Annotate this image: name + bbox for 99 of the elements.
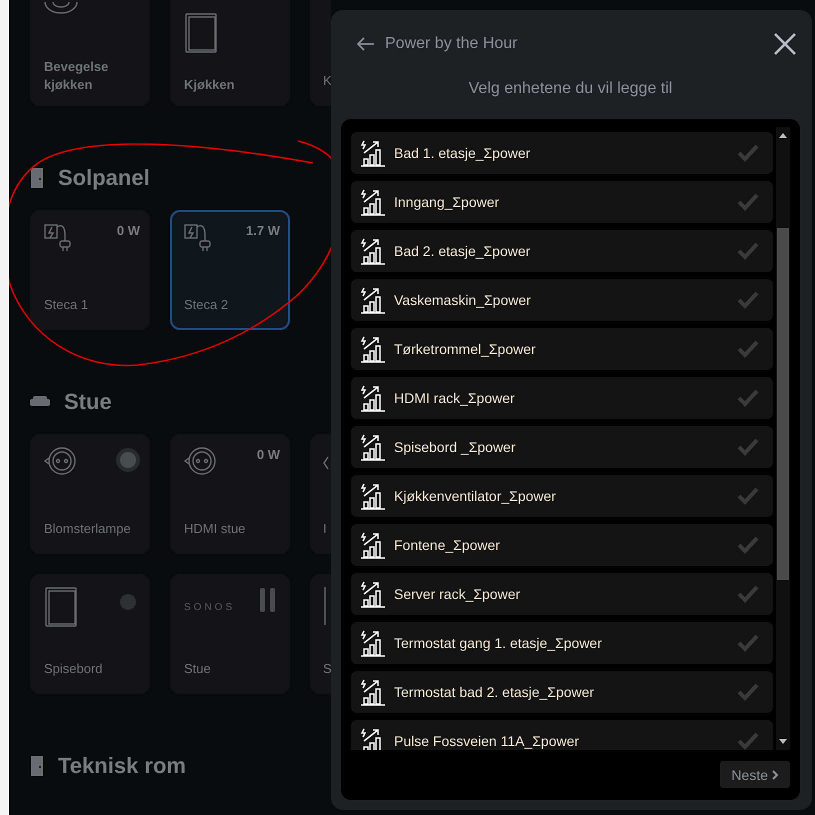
device-list-item[interactable]: Spisebord _Σpower — [351, 426, 773, 468]
power-chart-icon — [360, 139, 386, 167]
device-label: Server rack_Σpower — [394, 586, 522, 602]
device-name: Blomsterlampe — [44, 520, 132, 538]
door-icon — [30, 168, 44, 188]
device-list-item[interactable]: Termostat bad 2. etasje_Σpower — [351, 671, 773, 713]
device-name: Steca 1 — [44, 296, 90, 314]
device-list-item[interactable]: HDMI rack_Σpower — [351, 377, 773, 419]
device-label: Bad 2. etasje_Σpower — [394, 243, 532, 259]
dialog-title: Power by the Hour — [385, 35, 519, 53]
device-name: Stue — [184, 660, 212, 678]
check-icon[interactable] — [737, 340, 759, 358]
close-icon[interactable] — [774, 33, 796, 55]
check-icon[interactable] — [737, 732, 759, 750]
next-button[interactable]: Neste — [720, 761, 790, 788]
section-title: Solpanel — [58, 165, 150, 191]
power-chart-icon — [360, 678, 386, 706]
device-card[interactable]: I — [310, 434, 331, 554]
door-icon — [30, 756, 44, 776]
inverter-plug-icon — [44, 222, 72, 254]
power-chart-icon — [360, 335, 386, 363]
device-list-item[interactable]: Fontene_Σpower — [351, 524, 773, 566]
check-icon[interactable] — [737, 683, 759, 701]
device-card[interactable]: 0 W Steca 1 — [30, 210, 150, 330]
device-list-item[interactable]: Bad 2. etasje_Σpower — [351, 230, 773, 272]
power-chart-icon — [360, 629, 386, 657]
status-dot-icon — [120, 594, 136, 610]
device-card[interactable]: S — [310, 574, 331, 694]
power-chart-icon — [360, 237, 386, 265]
device-name: K — [323, 72, 331, 90]
device-list-item[interactable]: Bad 1. etasje_Σpower — [351, 132, 773, 174]
device-label: Spisebord _Σpower — [394, 439, 517, 455]
power-chart-icon — [360, 580, 386, 608]
device-card[interactable]: Blomsterlampe — [30, 434, 150, 554]
section-title: Stue — [64, 389, 112, 415]
dialog-subtitle: Velg enhetene du vil legge til — [468, 79, 674, 99]
device-card[interactable]: SONOS Stue — [170, 574, 290, 694]
back-arrow-icon[interactable] — [357, 37, 375, 51]
check-icon[interactable] — [737, 291, 759, 309]
device-name: HDMI stue — [184, 520, 246, 538]
device-name: S — [323, 660, 331, 678]
device-label: Termostat bad 2. etasje_Σpower — [394, 684, 596, 700]
check-icon[interactable] — [737, 585, 759, 603]
device-name: I — [323, 520, 328, 538]
power-chart-icon — [360, 531, 386, 559]
power-chart-icon — [360, 482, 386, 510]
device-label: Inngang_Σpower — [394, 194, 500, 210]
section-title: Teknisk rom — [58, 753, 186, 779]
device-label: Pulse Fossveien 11A_Σpower — [394, 733, 580, 749]
power-value: 0 W — [116, 223, 140, 238]
power-value: 1.7 W — [246, 223, 280, 238]
sofa-icon — [30, 396, 50, 408]
pause-icon[interactable] — [260, 588, 276, 612]
device-card[interactable]: Bevegelse kjøkken — [30, 0, 150, 106]
device-list-item[interactable]: Vaskemaskin_Σpower — [351, 279, 773, 321]
check-icon[interactable] — [737, 144, 759, 162]
device-list-item[interactable]: Kjøkkenventilator_Σpower — [351, 475, 773, 517]
scroll-up-icon[interactable] — [779, 133, 787, 138]
power-chart-icon — [360, 286, 386, 314]
device-list-item[interactable]: Server rack_Σpower — [351, 573, 773, 615]
device-list-item[interactable]: Tørketrommel_Σpower — [351, 328, 773, 370]
toggle-icon[interactable] — [116, 448, 140, 472]
check-icon[interactable] — [737, 536, 759, 554]
check-icon[interactable] — [737, 193, 759, 211]
device-label: Vaskemaskin_Σpower — [394, 292, 532, 308]
check-icon[interactable] — [737, 634, 759, 652]
device-label: Fontene_Σpower — [394, 537, 501, 553]
device-name: Steca 2 — [184, 296, 230, 314]
check-icon[interactable] — [737, 242, 759, 260]
device-name: Kjøkken — [184, 76, 236, 94]
device-label: HDMI rack_Σpower — [394, 390, 516, 406]
chevron-icon — [772, 770, 779, 780]
device-card[interactable]: Kjøkken — [170, 0, 290, 106]
device-name: Bevegelse kjøkken — [44, 58, 110, 94]
power-value: 0 W — [256, 447, 280, 462]
device-list-item[interactable]: Termostat gang 1. etasje_Σpower — [351, 622, 773, 664]
device-card[interactable]: 1.7 W Steca 2 — [170, 210, 290, 330]
inverter-plug-icon — [184, 222, 212, 254]
device-label: Termostat gang 1. etasje_Σpower — [394, 635, 603, 651]
check-icon[interactable] — [737, 389, 759, 407]
scrollbar-thumb[interactable] — [777, 228, 789, 580]
device-label: Tørketrommel_Σpower — [394, 341, 537, 357]
device-label: Bad 1. etasje_Σpower — [394, 145, 532, 161]
power-chart-icon — [360, 433, 386, 461]
brand-logo: SONOS — [184, 602, 236, 613]
device-card[interactable]: K — [310, 0, 331, 106]
device-card[interactable]: Spisebord — [30, 574, 150, 694]
device-list-item[interactable]: Inngang_Σpower — [351, 181, 773, 223]
device-name: Spisebord — [44, 660, 104, 678]
check-icon[interactable] — [737, 487, 759, 505]
power-chart-icon — [360, 188, 386, 216]
check-icon[interactable] — [737, 438, 759, 456]
device-list-item[interactable]: Pulse Fossveien 11A_Σpower — [351, 720, 773, 750]
scrollbar-track[interactable] — [776, 127, 790, 750]
scroll-down-icon[interactable] — [779, 739, 787, 744]
device-card[interactable]: 0 W HDMI stue — [170, 434, 290, 554]
power-chart-icon — [360, 384, 386, 412]
device-label: Kjøkkenventilator_Σpower — [394, 488, 557, 504]
motion-sensor-icon — [44, 2, 78, 14]
